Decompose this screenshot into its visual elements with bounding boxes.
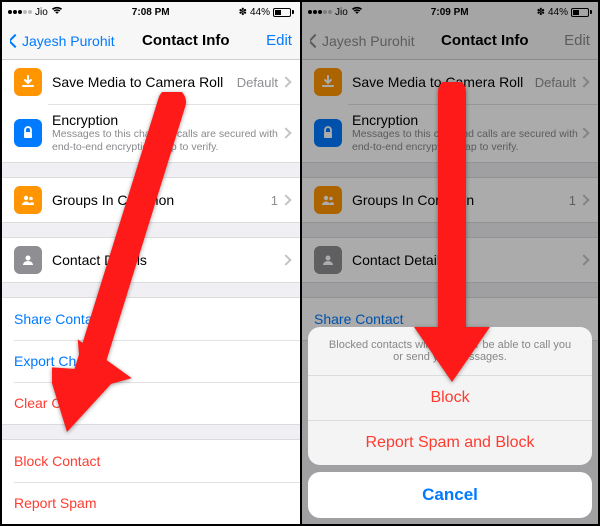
battery-icon [273,8,294,17]
download-icon [14,68,42,96]
chevron-right-icon [280,127,291,138]
block-contact-button[interactable]: Block Contact [2,440,300,482]
encryption-row[interactable]: Encryption Messages to this chat and cal… [2,104,300,162]
back-button[interactable]: Jayesh Purohit [10,33,115,49]
sheet-message: Blocked contacts will no longer be able … [308,327,592,376]
bluetooth-icon: ✽ [239,7,247,18]
nav-bar: Jayesh Purohit Contact Info Edit [2,22,300,60]
carrier-label: Jio [35,7,48,18]
right-screenshot: Jio 7:09 PM ✽ 44% Jayesh Purohit Contact… [300,2,598,524]
row-value: Default [237,75,278,90]
row-value: 1 [271,193,278,208]
report-spam-button[interactable]: Report Spam [2,482,300,524]
status-bar: Jio 7:08 PM ✽ 44% [2,2,300,22]
contact-card-icon [14,246,42,274]
chevron-left-icon [10,33,22,47]
row-title: Groups In Common [52,192,271,208]
content: Save Media to Camera Roll Default Encryp… [2,60,300,524]
row-subtitle: Messages to this chat and calls are secu… [52,128,282,154]
export-chat-button[interactable]: Export Chat [2,340,300,382]
row-title: Contact Details [52,252,282,268]
clear-chat-button[interactable]: Clear Chat [2,382,300,424]
cancel-button[interactable]: Cancel [308,472,592,518]
chevron-right-icon [280,76,291,87]
wifi-icon [51,6,63,18]
page-title: Contact Info [142,32,230,49]
chevron-right-icon [280,255,291,266]
chevron-right-icon [280,195,291,206]
row-title: Save Media to Camera Roll [52,74,237,90]
signal-dots-icon [8,10,32,14]
save-media-row[interactable]: Save Media to Camera Roll Default [2,60,300,104]
back-label: Jayesh Purohit [22,33,115,49]
contact-details-row[interactable]: Contact Details [2,238,300,282]
row-title: Encryption [52,112,282,128]
edit-button[interactable]: Edit [257,32,292,49]
action-sheet: Blocked contacts will no longer be able … [308,327,592,518]
left-screenshot: Jio 7:08 PM ✽ 44% Jayesh Purohit Contact… [2,2,300,524]
block-button[interactable]: Block [308,376,592,421]
battery-percent: 44% [250,7,270,18]
report-spam-and-block-button[interactable]: Report Spam and Block [308,421,592,465]
groups-icon [14,186,42,214]
clock-label: 7:08 PM [132,7,170,18]
lock-icon [14,119,42,147]
groups-in-common-row[interactable]: Groups In Common 1 [2,178,300,222]
share-contact-button[interactable]: Share Contact [2,298,300,340]
